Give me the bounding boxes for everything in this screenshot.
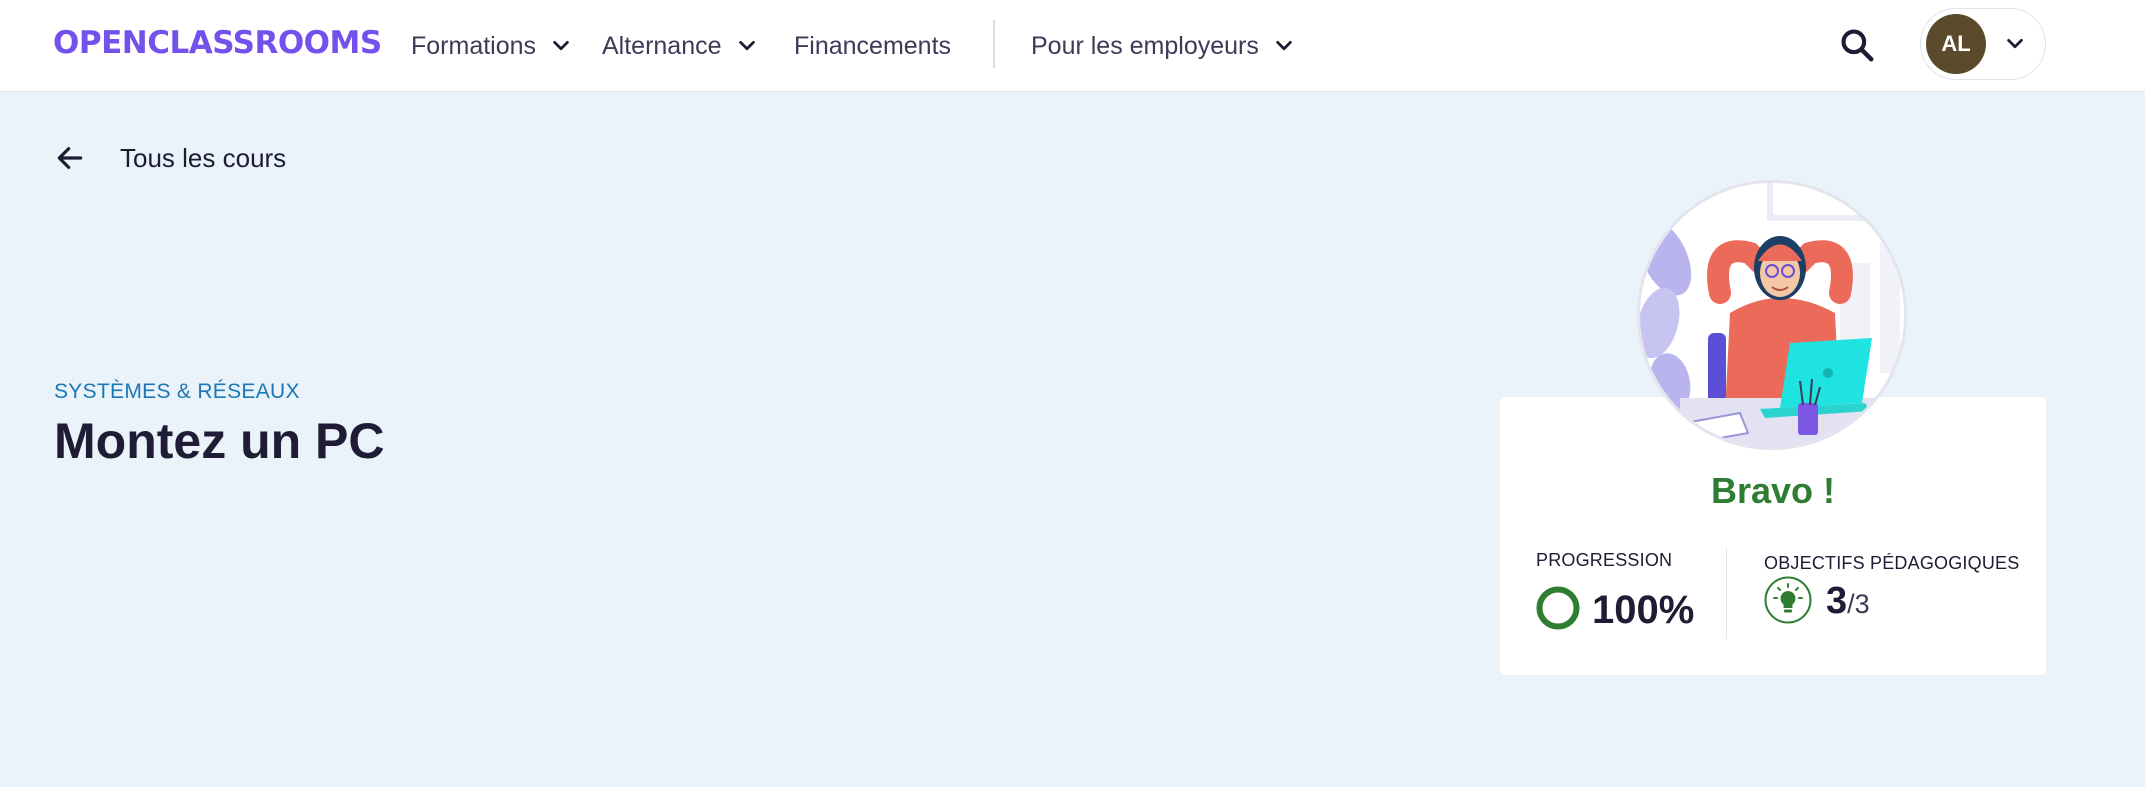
search-button[interactable] xyxy=(1836,24,1878,66)
chevron-down-icon xyxy=(738,40,755,51)
back-link-label: Tous les cours xyxy=(120,142,287,173)
top-navbar: OPENCLASSROOMS Formations Alternance Fin… xyxy=(0,0,2145,92)
openclassrooms-logo[interactable]: OPENCLASSROOMS xyxy=(53,25,382,61)
celebration-illustration xyxy=(1637,180,1907,450)
stat-divider xyxy=(1726,547,1727,639)
arrow-left-icon xyxy=(57,147,83,169)
progress-ring-icon xyxy=(1536,586,1580,630)
chevron-down-icon xyxy=(2007,38,2023,49)
objectives-done: 3 xyxy=(1826,580,1848,622)
objectives-label: OBJECTIFS PÉDAGOGIQUES xyxy=(1764,553,2020,573)
nav-formations-label: Formations xyxy=(411,31,537,60)
objectives-count: 3 /3 xyxy=(1826,580,1870,623)
course-title: Montez un PC xyxy=(54,413,385,469)
objectives-total: /3 xyxy=(1847,589,1870,619)
chevron-down-icon xyxy=(553,40,569,51)
progression-label: PROGRESSION xyxy=(1536,550,1673,570)
back-to-courses-link[interactable]: Tous les cours xyxy=(54,142,286,174)
chevron-down-icon xyxy=(1276,40,1292,51)
nav-alternance-label: Alternance xyxy=(602,31,722,60)
nav-financements-label: Financements xyxy=(794,31,952,60)
nav-employeurs[interactable]: Pour les employeurs xyxy=(1031,28,1295,64)
nav-formations[interactable]: Formations xyxy=(411,28,572,64)
progress-value: 100% xyxy=(1592,588,1695,632)
nav-employeurs-label: Pour les employeurs xyxy=(1031,31,1259,60)
course-category[interactable]: SYSTÈMES & RÉSEAUX xyxy=(54,380,300,404)
completion-message: Bravo ! xyxy=(1710,470,1836,511)
lightbulb-icon xyxy=(1764,576,1812,624)
nav-financements[interactable]: Financements xyxy=(794,28,951,64)
user-menu-button[interactable]: AL xyxy=(1920,8,2046,80)
nav-alternance[interactable]: Alternance xyxy=(602,28,758,64)
avatar: AL xyxy=(1926,14,1986,74)
search-icon xyxy=(1841,29,1874,62)
nav-divider xyxy=(993,20,995,68)
